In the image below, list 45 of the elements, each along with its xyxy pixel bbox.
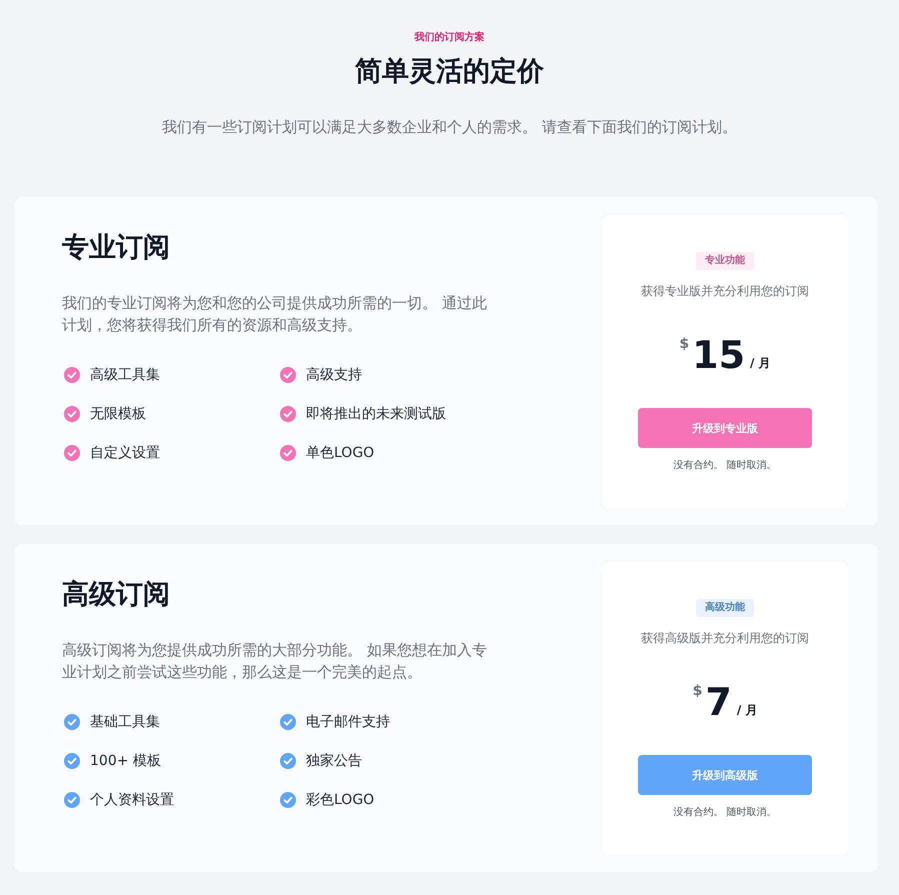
page-title: 简单灵活的定价 bbox=[354, 55, 545, 89]
price-period: / 月 bbox=[750, 355, 771, 371]
feature-label: 个人资料设置 bbox=[90, 791, 174, 810]
currency-symbol: $ bbox=[679, 336, 690, 352]
upgrade-button[interactable]: 升级到高级版 bbox=[638, 755, 812, 795]
check-icon bbox=[64, 792, 80, 808]
upgrade-button[interactable]: 升级到专业版 bbox=[638, 408, 812, 448]
plan-tagline: 获得高级版并充分利用您的订阅 bbox=[641, 630, 809, 647]
check-icon bbox=[280, 714, 296, 730]
check-icon bbox=[280, 753, 296, 769]
feature-label: 无限模板 bbox=[90, 405, 146, 424]
check-icon bbox=[64, 367, 80, 383]
check-icon bbox=[64, 406, 80, 422]
check-icon bbox=[64, 753, 80, 769]
check-icon bbox=[64, 445, 80, 461]
currency-symbol: $ bbox=[692, 683, 702, 699]
plan-title: 专业订阅 bbox=[62, 231, 171, 265]
price-amount: 15 bbox=[692, 332, 746, 378]
page-subtitle: 我们有一些订阅计划可以满足大多数企业和个人的需求。 请查看下面我们的订阅计划。 bbox=[161, 117, 738, 138]
check-icon bbox=[64, 714, 80, 730]
feature-label: 基础工具集 bbox=[90, 713, 160, 732]
plan-badge: 专业功能 bbox=[696, 252, 754, 270]
feature-label: 彩色LOGO bbox=[306, 791, 374, 810]
feature-label: 独家公告 bbox=[306, 752, 362, 771]
check-icon bbox=[280, 406, 296, 422]
feature-label: 100+ 模板 bbox=[90, 752, 161, 771]
feature-label: 自定义设置 bbox=[90, 444, 160, 463]
feature-label: 高级支持 bbox=[306, 366, 362, 385]
section-eyebrow: 我们的订阅方案 bbox=[413, 31, 486, 45]
price-amount: 7 bbox=[705, 679, 732, 725]
check-icon bbox=[280, 792, 296, 808]
plan-note: 没有合约。 随时取消。 bbox=[673, 458, 777, 473]
check-icon bbox=[280, 367, 296, 383]
feature-label: 高级工具集 bbox=[90, 366, 160, 385]
plan-badge: 高级功能 bbox=[696, 599, 754, 617]
feature-label: 单色LOGO bbox=[306, 444, 374, 463]
plan-description: 我们的专业订阅将为您和您的公司提供成功所需的一切。 通过此计划，您将获得我们所有的资源和高级支持。 bbox=[62, 293, 488, 336]
feature-label: 即将推出的未来测试版 bbox=[306, 405, 446, 424]
price-period: / 月 bbox=[736, 702, 758, 718]
plan-description: 高级订阅将为您提供成功所需的大部分功能。 如果您想在加入专业计划之前尝试这些功能，那么这是一个完美的起点。 bbox=[62, 640, 488, 683]
plan-tagline: 获得专业版并充分利用您的订阅 bbox=[641, 283, 809, 300]
plan-title: 高级订阅 bbox=[62, 578, 171, 612]
check-icon bbox=[280, 445, 296, 461]
plan-note: 没有合约。 随时取消。 bbox=[673, 806, 777, 820]
feature-label: 电子邮件支持 bbox=[306, 713, 390, 732]
